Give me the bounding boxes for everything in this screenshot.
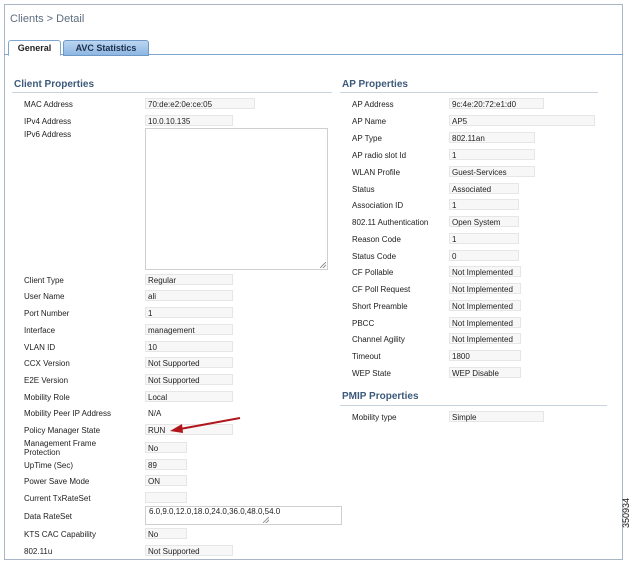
ipv6-address-label: IPv6 Address xyxy=(24,130,72,139)
vlan-id-field xyxy=(145,341,233,352)
mac-address-label: MAC Address xyxy=(24,100,73,109)
short-preamble-label: Short Preamble xyxy=(352,302,408,311)
figure-id: 350934 xyxy=(621,497,631,528)
association-id-value: 1 xyxy=(452,201,457,210)
data-rateset-label: Data RateSet xyxy=(24,512,73,521)
kts-cac-capability-value: No xyxy=(148,530,159,539)
ap-name-value: AP5 xyxy=(452,117,468,126)
ccx-version-label: CCX Version xyxy=(24,359,70,368)
reason-code-value: 1 xyxy=(452,235,457,244)
data-rateset-textarea[interactable]: 6.0,9.0,12.0,18.0,24.0,36.0,48.0,54.0 xyxy=(145,506,342,525)
ap-address-value: 9c:4e:20:72:e1:d0 xyxy=(452,100,517,109)
pbcc-label: PBCC xyxy=(352,319,375,328)
ap-type-value: 802.11an xyxy=(452,134,485,143)
association-id-label: Association ID xyxy=(352,201,404,210)
ipv6-address-textarea[interactable] xyxy=(145,128,328,270)
pmip-properties-title: PMIP Properties xyxy=(342,391,419,402)
current-txrateset-label: Current TxRateSet xyxy=(24,494,91,503)
resize-grip-icon[interactable] xyxy=(263,517,269,523)
ap-properties-rule xyxy=(340,92,598,93)
timeout-value: 1800 xyxy=(452,352,470,361)
cf-pollable-label: CF Pollable xyxy=(352,268,394,277)
authentication-value: Open System xyxy=(452,218,501,227)
annotation-arrow-icon xyxy=(170,417,241,433)
power-save-mode-value: ON xyxy=(148,477,160,486)
interface-label: Interface xyxy=(24,326,56,335)
tab-avc-statistics[interactable]: AVC Statistics xyxy=(63,40,149,56)
e2e-version-label: E2E Version xyxy=(24,376,69,385)
page-frame xyxy=(4,4,623,560)
mobility-role-value: Local xyxy=(148,393,168,402)
e2e-version-value: Not Supported xyxy=(148,376,200,385)
client-type-label: Client Type xyxy=(24,276,64,285)
cf-poll-request-label: CF Poll Request xyxy=(352,285,411,294)
timeout-label: Timeout xyxy=(352,352,381,361)
mac-address-value: 70:de:e2:0e:ce:05 xyxy=(148,100,213,109)
uptime-value: 89 xyxy=(148,461,157,470)
reason-code-field xyxy=(449,233,519,244)
resize-grip-icon[interactable] xyxy=(320,262,326,268)
ap-radio-slot-label: AP radio slot Id xyxy=(352,151,407,160)
wep-state-label: WEP State xyxy=(352,369,391,378)
power-save-mode-label: Power Save Mode xyxy=(24,477,90,486)
management-frame-protection-label: Management Frame Protection xyxy=(24,439,97,457)
ap-address-label: AP Address xyxy=(352,100,394,109)
status-code-label: Status Code xyxy=(352,252,397,261)
port-number-field xyxy=(145,307,233,318)
client-type-value: Regular xyxy=(148,276,177,285)
current-txrateset-field xyxy=(145,492,187,503)
interface-value: management xyxy=(148,326,195,335)
tab-general[interactable]: General xyxy=(8,40,61,56)
ipv4-address-label: IPv4 Address xyxy=(24,117,72,126)
breadcrumb: Clients > Detail xyxy=(10,13,85,25)
user-name-label: User Name xyxy=(24,292,65,301)
client-properties-title: Client Properties xyxy=(14,79,95,90)
wlan-profile-value: Guest-Services xyxy=(452,168,507,177)
status-label: Status xyxy=(352,185,375,194)
ap-name-label: AP Name xyxy=(352,117,387,126)
data-rateset-value: 6.0,9.0,12.0,18.0,24.0,36.0,48.0,54.0 xyxy=(149,507,281,516)
user-name-value: ali xyxy=(148,292,157,301)
mobility-peer-ip-label: Mobility Peer IP Address xyxy=(24,409,112,418)
ap-properties-title: AP Properties xyxy=(342,79,408,90)
mobility-type-value: Simple xyxy=(452,413,477,422)
mobility-peer-ip-value: N/A xyxy=(148,409,162,418)
port-number-label: Port Number xyxy=(24,309,70,318)
vlan-id-value: 10 xyxy=(148,343,157,352)
channel-agility-value: Not Implemented xyxy=(452,335,513,344)
mobility-type-label: Mobility type xyxy=(352,413,397,422)
wep-state-value: WEP Disable xyxy=(452,369,499,378)
80211u-value: Not Supported xyxy=(148,547,200,556)
mobility-role-label: Mobility Role xyxy=(24,393,70,402)
short-preamble-value: Not Implemented xyxy=(452,302,513,311)
port-number-value: 1 xyxy=(148,309,153,318)
user-name-field xyxy=(145,290,233,301)
uptime-label: UpTime (Sec) xyxy=(24,461,74,470)
wlan-profile-label: WLAN Profile xyxy=(352,168,401,177)
status-value: Associated xyxy=(452,185,492,194)
ccx-version-value: Not Supported xyxy=(148,359,200,368)
status-code-value: 0 xyxy=(452,252,457,261)
ap-radio-slot-value: 1 xyxy=(452,151,457,160)
policy-manager-state-value: RUN xyxy=(148,426,166,435)
ipv4-address-value: 10.0.10.135 xyxy=(148,117,191,126)
kts-cac-capability-label: KTS CAC Capability xyxy=(24,530,97,539)
pmip-properties-rule xyxy=(340,405,607,406)
reason-code-label: Reason Code xyxy=(352,235,401,244)
policy-manager-state-label: Policy Manager State xyxy=(24,426,101,435)
80211u-label: 802.11u xyxy=(24,547,53,556)
status-code-field xyxy=(449,250,519,261)
ap-type-label: AP Type xyxy=(352,134,382,143)
management-frame-protection-value: No xyxy=(148,444,159,453)
authentication-label: 802.11 Authentication xyxy=(352,218,429,227)
client-properties-rule xyxy=(12,92,332,93)
pbcc-value: Not Implemented xyxy=(452,319,513,328)
association-id-field xyxy=(449,199,519,210)
vlan-id-label: VLAN ID xyxy=(24,343,56,352)
channel-agility-label: Channel Agility xyxy=(352,335,405,344)
cf-poll-request-value: Not Implemented xyxy=(452,285,513,294)
ap-name-field xyxy=(449,115,595,126)
ap-radio-slot-field xyxy=(449,149,535,160)
cf-pollable-value: Not Implemented xyxy=(452,268,513,277)
